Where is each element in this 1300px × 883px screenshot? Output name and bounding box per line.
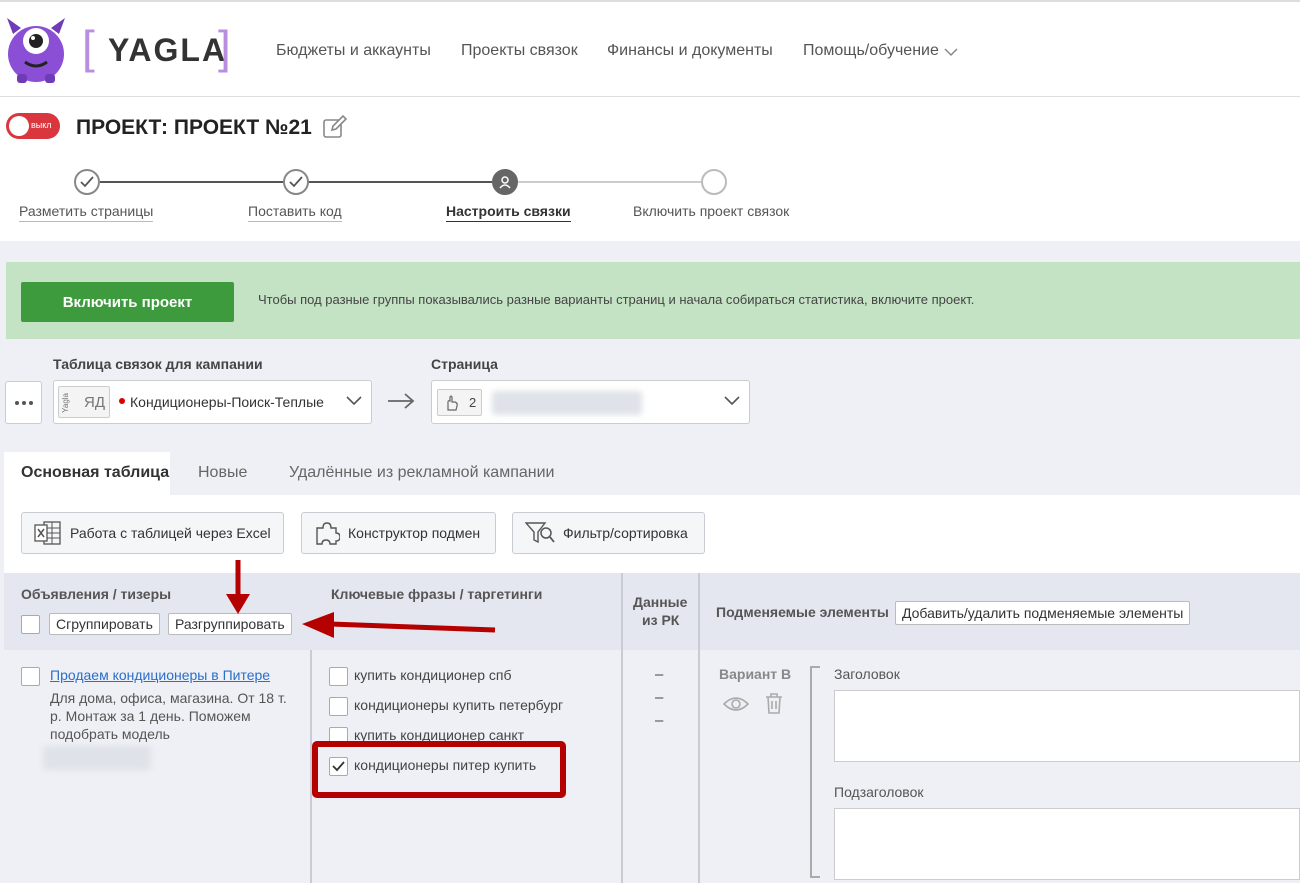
check-icon — [80, 176, 94, 188]
step-1-label[interactable]: Разметить страницы — [19, 203, 154, 222]
substitution-builder-label: Конструктор подмен — [348, 525, 481, 541]
arrow-right-icon — [388, 393, 415, 409]
chevron-down-icon[interactable] — [944, 47, 958, 57]
page-count-badge: 2 — [437, 389, 482, 416]
keyword-text: кондиционеры питер купить — [354, 757, 537, 773]
chevron-down-icon — [346, 396, 362, 406]
tab-deleted[interactable]: Удалённые из рекламной кампании — [289, 464, 554, 482]
ad-url-blurred — [43, 746, 151, 770]
page-label: Страница — [431, 356, 498, 372]
data-value: – — [655, 666, 664, 683]
logo-bracket-left: [ — [82, 21, 95, 73]
group-button[interactable]: Сгруппировать — [49, 613, 160, 635]
enable-project-button[interactable]: Включить проект — [21, 282, 234, 322]
toggle-knob — [9, 116, 29, 136]
campaign-label: Таблица связок для кампании — [53, 356, 263, 372]
col-ads-header: Объявления / тизеры — [21, 586, 172, 602]
nav-help[interactable]: Помощь/обучение — [803, 42, 939, 60]
nav-projects[interactable]: Проекты связок — [461, 42, 578, 60]
logo-text: YAGLA — [108, 32, 228, 68]
user-icon — [499, 176, 511, 189]
data-cell — [623, 650, 698, 883]
select-all-checkbox[interactable] — [21, 615, 40, 634]
more-menu-button[interactable] — [5, 381, 42, 424]
keyword-checkbox-checked[interactable] — [329, 757, 348, 776]
tab-main[interactable]: Основная таблица — [21, 464, 169, 482]
col-replace-header: Подменяемые элементы — [716, 604, 889, 620]
step-1-circle — [74, 169, 100, 195]
yandex-direct-label: ЯД — [84, 394, 105, 411]
page-count: 2 — [469, 395, 477, 410]
subheadline-input[interactable] — [834, 808, 1300, 880]
col-keywords-header: Ключевые фразы / таргетинги — [331, 586, 543, 602]
subheadline-label: Подзаголовок — [834, 784, 924, 800]
headline-input[interactable] — [834, 690, 1300, 762]
check-icon — [332, 761, 345, 772]
nav-finance[interactable]: Финансы и документы — [607, 42, 773, 60]
step-2-label[interactable]: Поставить код — [248, 203, 342, 222]
page-url-blurred — [492, 391, 642, 415]
yagla-mini-label: Yagla — [61, 393, 70, 413]
substitution-builder-button[interactable]: Конструктор подмен — [301, 512, 496, 554]
campaign-select[interactable]: Yagla ЯД Кондиционеры-Поиск-Теплые — [53, 380, 372, 424]
edit-icon[interactable] — [322, 114, 348, 140]
add-remove-elements-button[interactable]: Добавить/удалить подменяемые элементы — [895, 601, 1191, 625]
more-dots-icon — [14, 400, 33, 405]
chevron-down-icon — [724, 396, 740, 406]
ad-checkbox[interactable] — [21, 667, 40, 686]
trash-icon[interactable] — [764, 692, 784, 714]
excel-icon — [34, 521, 61, 545]
variant-label: Вариант В — [719, 666, 792, 682]
ad-text-line3: подобрать модель — [50, 726, 170, 742]
filter-sort-button[interactable]: Фильтр/сортировка — [512, 512, 705, 554]
ad-text-line2: р. Монтаж за 1 день. Поможем — [50, 708, 251, 724]
nav-budgets[interactable]: Бюджеты и аккаунты — [276, 42, 431, 60]
keyword-checkbox[interactable] — [329, 697, 348, 716]
step-3-circle — [492, 169, 518, 195]
step-4-circle — [701, 169, 727, 195]
step-3-label[interactable]: Настроить связки — [446, 203, 571, 222]
stepper-line-todo — [518, 181, 701, 183]
keyword-text: кондиционеры купить петербург — [354, 697, 564, 713]
banner-text: Чтобы под разные группы показывались раз… — [258, 292, 975, 307]
page-select[interactable]: 2 — [431, 380, 750, 424]
step-2-circle — [283, 169, 309, 195]
tab-new[interactable]: Новые — [198, 464, 247, 482]
campaign-badge: Yagla ЯД — [58, 386, 110, 418]
ad-title-link[interactable]: Продаем кондиционеры в Питере — [50, 667, 270, 683]
eye-icon[interactable] — [722, 694, 750, 714]
project-toggle[interactable]: выкл — [6, 113, 60, 139]
campaign-value: Кондиционеры-Поиск-Теплые — [130, 394, 324, 410]
top-header: [ YAGLA ] Бюджеты и аккаунты Проекты свя… — [0, 0, 1300, 97]
status-dot — [119, 398, 125, 404]
hand-pointer-icon — [447, 395, 458, 411]
yagla-monster-logo[interactable] — [3, 16, 69, 84]
col-data-header-line1: Данные — [633, 594, 688, 610]
ungroup-button[interactable]: Разгруппировать — [168, 613, 292, 635]
data-value: – — [655, 712, 664, 729]
data-value: – — [655, 689, 664, 706]
filter-sort-label: Фильтр/сортировка — [563, 525, 688, 541]
variant-bracket — [810, 666, 820, 878]
keyword-text: купить кондиционер спб — [354, 667, 512, 683]
filter-search-icon — [525, 522, 555, 544]
step-4-label[interactable]: Включить проект связок — [633, 203, 789, 221]
excel-button-label: Работа с таблицей через Excel — [70, 525, 271, 541]
page-title: ПРОЕКТ: ПРОЕКТ №21 — [76, 116, 312, 139]
puzzle-icon — [316, 522, 340, 545]
toggle-label: выкл — [31, 120, 52, 130]
col-data-header-line2: из РК — [642, 612, 680, 628]
check-icon — [289, 176, 303, 188]
ad-text-line1: Для дома, офиса, магазина. От 18 т. — [50, 690, 287, 706]
headline-label: Заголовок — [834, 666, 900, 682]
logo-bracket-right: ] — [218, 21, 231, 73]
excel-button[interactable]: Работа с таблицей через Excel — [21, 512, 284, 554]
keyword-checkbox[interactable] — [329, 667, 348, 686]
